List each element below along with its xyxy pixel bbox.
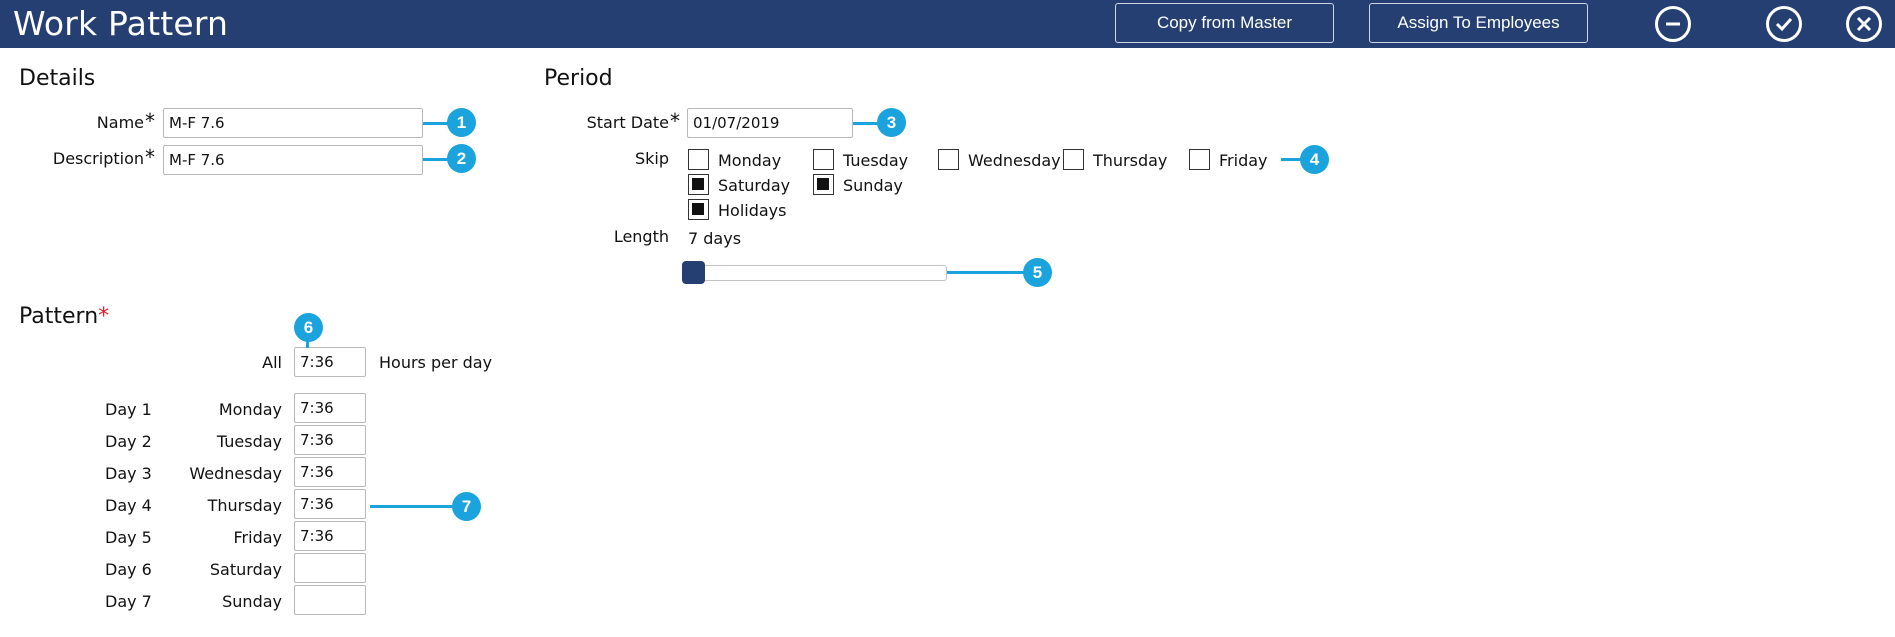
skip-thursday-label: Thursday (1093, 151, 1168, 170)
assign-to-employees-button[interactable]: Assign To Employees (1369, 3, 1588, 43)
callout-4-badge: 4 (1300, 145, 1329, 174)
skip-label: Skip (634, 149, 669, 168)
callout-5-line (947, 271, 1025, 274)
day-5-label: Day 5 (105, 528, 152, 547)
name-required-mark: * (145, 109, 155, 133)
day-2-label: Day 2 (105, 432, 152, 451)
callout-4-line (1281, 158, 1301, 161)
skip-holidays-label: Holidays (718, 201, 787, 220)
all-label: All (262, 353, 282, 372)
day-3-label: Day 3 (105, 464, 152, 483)
day-2-hours-input[interactable]: 7:36 (294, 425, 366, 455)
callout-1-badge: 1 (447, 108, 476, 137)
name-label: Name (96, 113, 144, 132)
description-label: Description (52, 149, 144, 168)
copy-from-master-button[interactable]: Copy from Master (1115, 3, 1334, 43)
start-date-input[interactable]: 01/07/2019 (687, 108, 853, 138)
skip-saturday-label: Saturday (718, 176, 791, 195)
start-date-required-mark: * (670, 109, 680, 133)
hours-per-day-label: Hours per day (379, 353, 493, 372)
close-circle-icon[interactable] (1846, 6, 1882, 42)
day-6-hours-input[interactable] (294, 553, 366, 583)
day-6-label: Day 6 (105, 560, 152, 579)
day-1-hours-input[interactable]: 7:36 (294, 393, 366, 423)
skip-thursday-checkbox[interactable] (1063, 149, 1084, 170)
skip-holidays-checkbox[interactable] (688, 199, 709, 220)
day-5-hours-input[interactable]: 7:36 (294, 521, 366, 551)
callout-7-line (370, 505, 453, 508)
day-2-weekday: Tuesday (216, 432, 282, 451)
description-required-mark: * (145, 145, 155, 169)
length-label: Length (613, 227, 669, 246)
callout-2-line (423, 158, 448, 161)
callout-7-badge: 7 (452, 492, 481, 521)
length-value: 7 days (688, 229, 742, 248)
period-heading: Period (544, 66, 613, 91)
length-slider-track[interactable] (682, 265, 947, 281)
callout-3-badge: 3 (877, 108, 906, 137)
skip-friday-checkbox[interactable] (1189, 149, 1210, 170)
skip-tuesday-checkbox[interactable] (813, 149, 834, 170)
start-date-label: Start Date (586, 113, 669, 132)
work-pattern-window: Work Pattern Copy from Master Assign To … (0, 0, 1895, 637)
skip-monday-label: Monday (718, 151, 782, 170)
callout-2-badge: 2 (447, 144, 476, 173)
callout-6-line (306, 341, 309, 348)
window-title: Work Pattern (13, 4, 229, 43)
callout-5-badge: 5 (1023, 258, 1052, 287)
callout-6-badge: 6 (294, 313, 323, 342)
skip-tuesday-label: Tuesday (843, 151, 909, 170)
day-7-hours-input[interactable] (294, 585, 366, 615)
day-1-weekday: Monday (218, 400, 282, 419)
day-7-label: Day 7 (105, 592, 152, 611)
day-3-hours-input[interactable]: 7:36 (294, 457, 366, 487)
skip-sunday-checkbox[interactable] (813, 174, 834, 195)
pattern-heading-text: Pattern (19, 304, 99, 329)
skip-friday-label: Friday (1219, 151, 1268, 170)
day-3-weekday: Wednesday (189, 464, 282, 483)
name-input[interactable]: M-F 7.6 (163, 108, 423, 138)
callout-3-line (853, 122, 878, 125)
check-circle-icon[interactable] (1766, 6, 1802, 42)
skip-sunday-label: Sunday (843, 176, 903, 195)
day-4-hours-input[interactable]: 7:36 (294, 489, 366, 519)
all-hours-input[interactable]: 7:36 (294, 347, 366, 377)
day-7-weekday: Sunday (222, 592, 282, 611)
description-input[interactable]: M-F 7.6 (163, 145, 423, 175)
day-6-weekday: Saturday (209, 560, 282, 579)
skip-wednesday-checkbox[interactable] (938, 149, 959, 170)
title-bar: Work Pattern Copy from Master Assign To … (0, 0, 1895, 48)
day-1-label: Day 1 (105, 400, 152, 419)
details-heading: Details (19, 66, 96, 91)
day-5-weekday: Friday (233, 528, 283, 547)
pattern-heading: Pattern* (19, 304, 109, 329)
day-4-weekday: Thursday (207, 496, 282, 515)
minus-circle-icon[interactable] (1655, 6, 1691, 42)
skip-monday-checkbox[interactable] (688, 149, 709, 170)
day-4-label: Day 4 (105, 496, 152, 515)
skip-saturday-checkbox[interactable] (688, 174, 709, 195)
callout-1-line (423, 122, 448, 125)
pattern-required-mark: * (98, 304, 110, 329)
length-slider-thumb[interactable] (682, 261, 705, 284)
skip-wednesday-label: Wednesday (968, 151, 1061, 170)
